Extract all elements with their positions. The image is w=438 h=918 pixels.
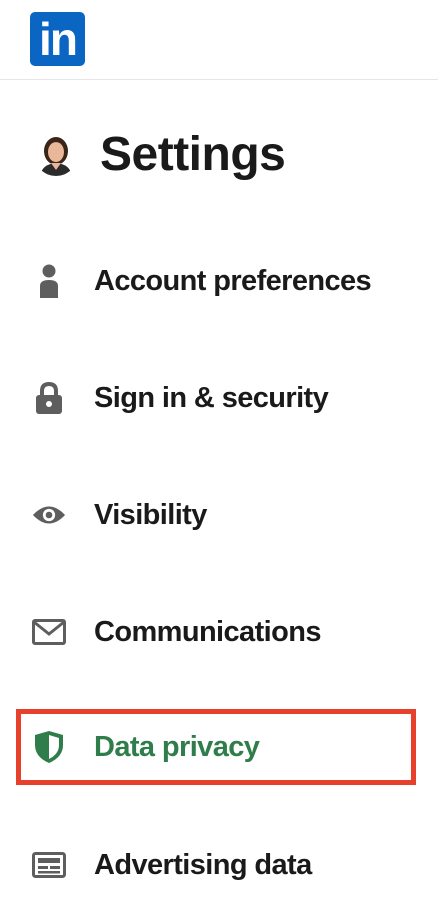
settings-header: Settings <box>34 124 286 184</box>
nav-item-account-preferences[interactable]: Account preferences <box>16 243 416 319</box>
lock-icon <box>32 381 66 415</box>
nav-item-data-privacy[interactable]: Data privacy <box>16 709 416 785</box>
page-title: Settings <box>100 127 286 181</box>
nav-item-label: Communications <box>94 615 321 648</box>
person-icon <box>32 264 66 298</box>
linkedin-logo[interactable]: in <box>30 12 85 66</box>
nav-item-sign-in-security[interactable]: Sign in & security <box>16 360 416 436</box>
envelope-icon <box>32 615 66 649</box>
nav-item-label: Sign in & security <box>94 381 329 414</box>
eye-icon <box>32 498 66 532</box>
nav-item-communications[interactable]: Communications <box>16 594 416 670</box>
nav-item-label: Advertising data <box>94 848 312 881</box>
ad-card-icon <box>32 848 66 882</box>
nav-item-label: Visibility <box>94 498 207 531</box>
nav-item-label: Account preferences <box>94 264 372 297</box>
top-bar: in <box>0 0 438 80</box>
nav-item-advertising-data[interactable]: Advertising data <box>16 827 416 903</box>
nav-item-label: Data privacy <box>94 730 260 763</box>
nav-item-visibility[interactable]: Visibility <box>16 477 416 553</box>
shield-icon <box>32 730 66 764</box>
avatar[interactable] <box>34 132 78 176</box>
